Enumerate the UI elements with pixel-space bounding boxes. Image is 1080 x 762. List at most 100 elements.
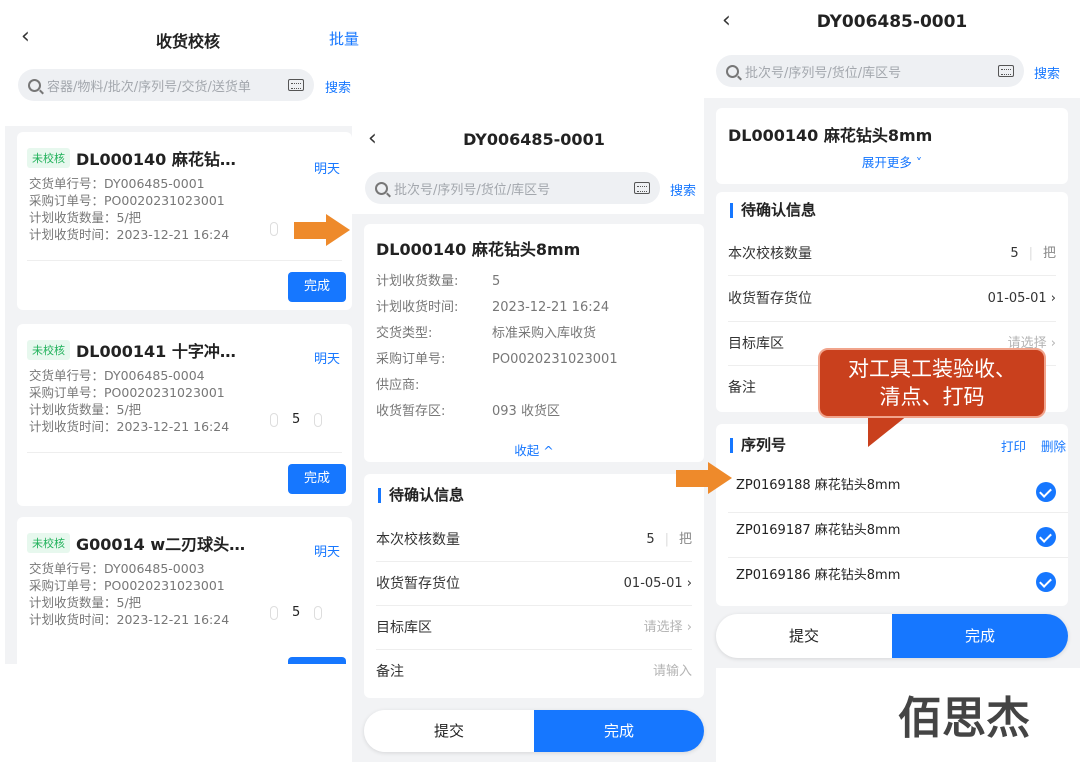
detail-key: 采购订单号: (376, 352, 446, 367)
search-button[interactable]: 搜索 (670, 180, 696, 199)
submit-button[interactable]: 提交 (716, 614, 892, 658)
submit-button[interactable]: 提交 (364, 710, 534, 752)
row-label: 目标库区 (728, 336, 784, 352)
print-button[interactable]: 打印 (1001, 436, 1026, 455)
batch-button[interactable]: 批量 (329, 28, 359, 49)
flow-arrow-head-icon (326, 214, 350, 246)
due-label: 明天 (313, 545, 340, 560)
page-title: DY006485-0001 (816, 12, 968, 32)
flow-arrow-icon (294, 222, 328, 239)
check-qty-row[interactable]: 本次校核数量 5 | 把 (376, 518, 692, 562)
row-label: 备注 (376, 664, 404, 680)
planned-time: 计划收货时间：2023-12-21 16:24 (29, 612, 230, 627)
detail-value: 标准采购入库收货 (492, 326, 597, 341)
staging-location-row[interactable]: 收货暂存货位 01-05-01 › (376, 562, 692, 606)
annotation-callout: 对工具工装验收、 清点、打码 (818, 348, 1046, 418)
detail-value: 5 (492, 274, 501, 289)
plus-icon[interactable] (314, 605, 323, 620)
search-icon (726, 64, 739, 78)
staging-location-row[interactable]: 收货暂存货位 01-05-01 › (728, 276, 1056, 322)
row-value[interactable]: 请选择 › (644, 606, 692, 650)
callout-line: 对工具工装验收、 (848, 357, 1016, 381)
row-label: 本次校核数量 (376, 532, 460, 548)
serial-row[interactable]: ZP0169186 麻花钻头8mm (728, 558, 1068, 603)
quantity-stepper[interactable]: 5 (270, 605, 323, 620)
material-title: DL000140 麻花钻头8mm (728, 126, 933, 145)
checked-icon[interactable] (1036, 482, 1056, 502)
collapse-link[interactable]: 收起 ^ (364, 440, 704, 459)
qty-value[interactable]: 5 (646, 532, 654, 547)
complete-button[interactable]: 完成 (288, 272, 346, 302)
target-area-row[interactable]: 目标库区 请选择 › (376, 606, 692, 650)
row-value[interactable]: 5 | 把 (646, 518, 692, 562)
keyboard-icon[interactable] (998, 65, 1014, 77)
planned-qty: 计划收货数量：5/把 (29, 402, 142, 417)
search-input[interactable]: 批次号/序列号/货位/库区号 (365, 172, 660, 204)
serial-text: ZP0169187 麻花钻头8mm (736, 523, 901, 538)
minus-icon[interactable] (270, 605, 278, 620)
status-badge: 未校核 (27, 340, 70, 360)
divider (27, 452, 342, 453)
planned-time: 计划收货时间：2023-12-21 16:24 (29, 227, 230, 242)
complete-button[interactable]: 完成 (892, 614, 1068, 658)
remark-row[interactable]: 备注 请输入 (376, 650, 692, 694)
detail-key: 供应商: (376, 378, 420, 393)
keyboard-icon[interactable] (288, 79, 304, 91)
brand-logo: 佰思杰 (898, 693, 1030, 744)
detail-key: 计划收货数量: (376, 274, 459, 289)
row-label: 收货暂存货位 (376, 576, 460, 592)
expand-link[interactable]: 展开更多 ˅ (716, 152, 1068, 171)
keyboard-icon[interactable] (634, 182, 650, 194)
receiving-list-panel: ‹ 收货校核 批量 容器/物料/批次/序列号/交货/送货单 搜索 未校核 DL00… (5, 14, 371, 664)
quantity-stepper[interactable] (270, 222, 278, 236)
search-input[interactable]: 容器/物料/批次/序列号/交货/送货单 (18, 69, 314, 101)
po-line: 采购订单号：PO0020231023001 (29, 578, 225, 593)
quantity-value[interactable]: 5 (292, 412, 300, 427)
due-label: 明天 (313, 352, 340, 367)
planned-qty: 计划收货数量：5/把 (29, 595, 142, 610)
callout-line: 清点、打码 (879, 385, 985, 409)
delete-button[interactable]: 删除 (1041, 436, 1066, 455)
checked-icon[interactable] (1036, 527, 1056, 547)
plus-icon[interactable] (314, 412, 323, 427)
detail-key: 交货类型: (376, 326, 433, 341)
search-placeholder: 批次号/序列号/货位/库区号 (745, 65, 902, 81)
list-item[interactable]: 未校核 DL000141 十字冲… 明天 交货单行号：DY006485-0004 … (17, 324, 352, 506)
complete-button[interactable] (288, 657, 346, 664)
minus-icon[interactable] (270, 412, 278, 427)
search-placeholder: 批次号/序列号/货位/库区号 (394, 182, 551, 198)
remark-input[interactable]: 请输入 (653, 650, 692, 694)
list-item[interactable]: 未校核 DL000140 麻花钻… 明天 交货单行号：DY006485-0001 … (17, 132, 352, 310)
complete-button[interactable]: 完成 (534, 710, 704, 752)
quantity-value[interactable]: 5 (292, 605, 300, 620)
material-card: DL000140 麻花钻头8mm 展开更多 ˅ (716, 108, 1068, 184)
flow-arrow-head-icon (708, 462, 732, 494)
search-placeholder: 容器/物料/批次/序列号/交货/送货单 (47, 79, 251, 95)
delivery-line: 交货单行号：DY006485-0001 (29, 176, 205, 191)
row-value[interactable]: 01-05-01 › (988, 276, 1056, 322)
flow-arrow-icon (676, 470, 710, 487)
serial-number-panel: ‹ DY006485-0001 批次号/序列号/货位/库区号 搜索 DL0001… (704, 0, 1080, 668)
search-icon (28, 78, 41, 92)
checked-icon[interactable] (1036, 572, 1056, 592)
minus-icon[interactable] (270, 222, 278, 236)
serial-row[interactable]: ZP0169187 麻花钻头8mm (728, 513, 1068, 558)
po-line: 采购订单号：PO0020231023001 (29, 193, 225, 208)
delivery-line: 交货单行号：DY006485-0003 (29, 561, 205, 576)
search-button[interactable]: 搜索 (325, 77, 351, 96)
pending-info-card: 待确认信息 本次校核数量 5 | 把 收货暂存货位 01-05-01 › 目标库区 … (364, 474, 704, 698)
list-item[interactable]: 未校核 G00014 w二刃球头… 明天 交货单行号：DY006485-0003 … (17, 517, 352, 664)
complete-button[interactable]: 完成 (288, 464, 346, 494)
search-button[interactable]: 搜索 (1034, 63, 1060, 82)
qty-value[interactable]: 5 (1010, 246, 1018, 261)
check-qty-row[interactable]: 本次校核数量 5 | 把 (728, 232, 1056, 276)
item-title: G00014 w二刃球头… (76, 535, 246, 554)
row-value[interactable]: 01-05-01 › (624, 562, 692, 606)
row-value[interactable]: 5 | 把 (1010, 232, 1056, 276)
delivery-line: 交货单行号：DY006485-0004 (29, 368, 205, 383)
material-detail-card: DL000140 麻花钻头8mm 计划收货数量: 5 计划收货时间: 2023-12… (364, 224, 704, 462)
quantity-stepper[interactable]: 5 (270, 412, 323, 427)
search-input[interactable]: 批次号/序列号/货位/库区号 (716, 55, 1024, 87)
serial-text: ZP0169186 麻花钻头8mm (736, 568, 901, 583)
serial-row[interactable]: ZP0169188 麻花钻头8mm (728, 468, 1068, 513)
